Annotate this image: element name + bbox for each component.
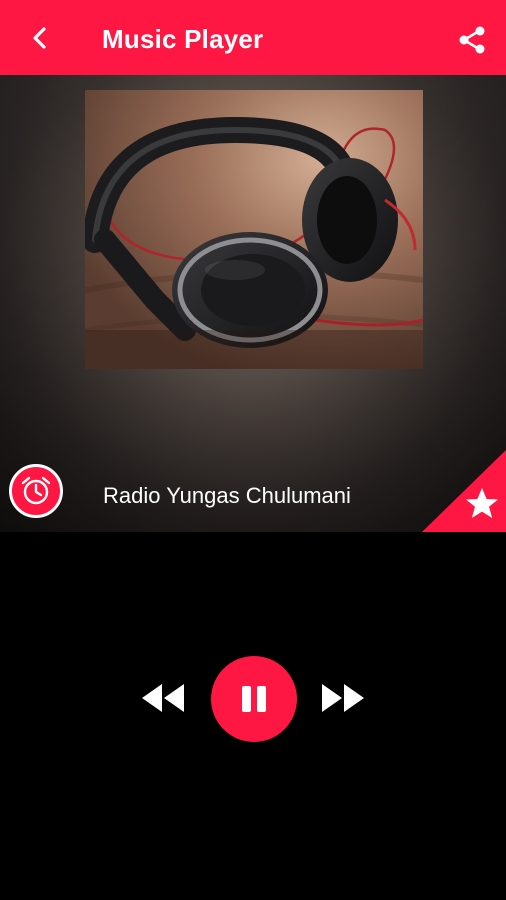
favorite-button[interactable] bbox=[422, 450, 506, 532]
rewind-icon bbox=[142, 684, 184, 712]
headphones-image bbox=[85, 90, 423, 369]
page-title: Music Player bbox=[102, 24, 264, 54]
rewind-button[interactable] bbox=[140, 680, 186, 716]
pause-icon bbox=[242, 686, 266, 712]
play-pause-button[interactable] bbox=[211, 656, 297, 742]
share-button[interactable] bbox=[454, 22, 490, 58]
alarm-clock-icon bbox=[21, 476, 51, 505]
share-icon bbox=[459, 26, 485, 54]
playback-controls bbox=[0, 656, 506, 742]
fast-forward-button[interactable] bbox=[320, 680, 366, 716]
fast-forward-icon bbox=[322, 684, 364, 712]
album-artwork bbox=[85, 90, 423, 369]
back-button[interactable] bbox=[22, 20, 58, 56]
sleep-timer-button[interactable] bbox=[9, 464, 63, 518]
back-arrow-icon bbox=[33, 27, 46, 49]
star-icon bbox=[422, 450, 506, 532]
app-bar: Music Player bbox=[0, 0, 506, 75]
station-name: Radio Yungas Chulumani bbox=[103, 483, 351, 508]
now-playing-panel: Radio Yungas Chulumani bbox=[0, 75, 506, 532]
